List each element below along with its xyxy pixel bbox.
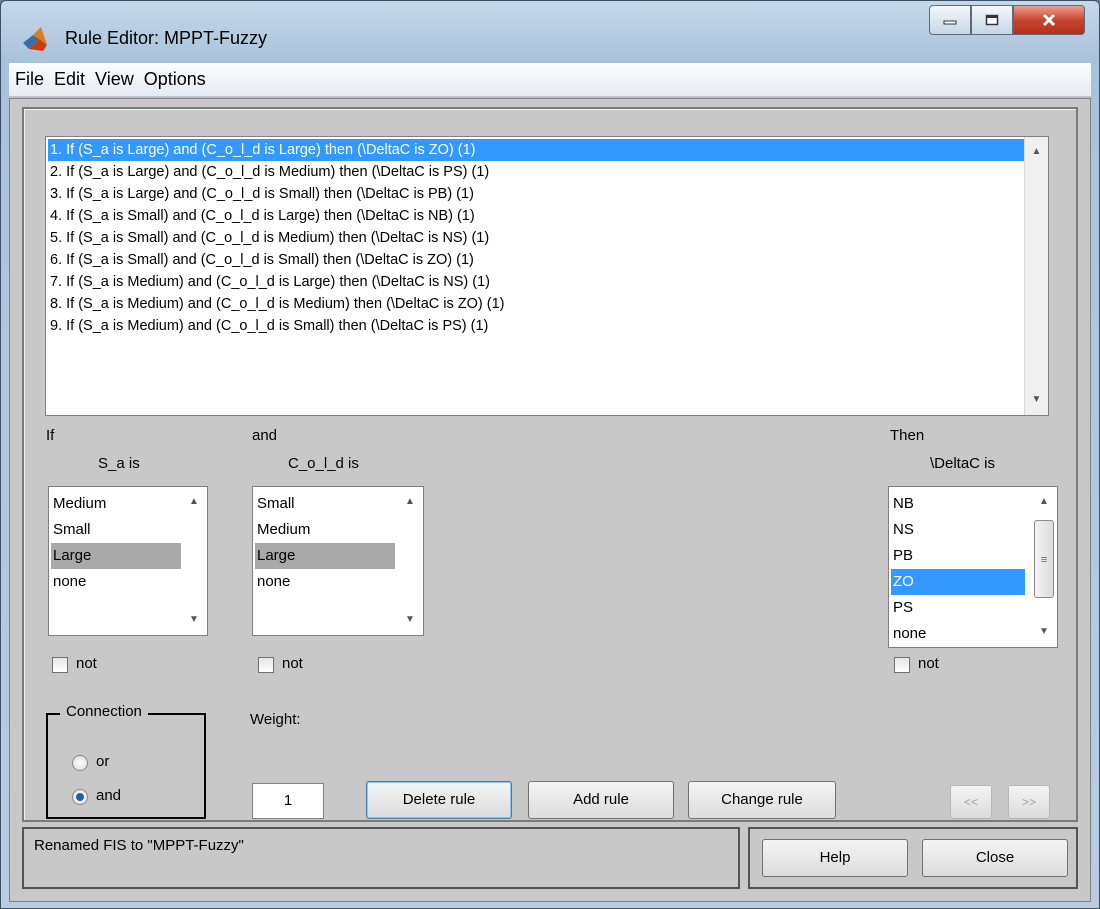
client-area: 1. If (S_a is Large) and (C_o_l_d is Lar… bbox=[9, 98, 1091, 902]
output-option[interactable]: none bbox=[891, 621, 1025, 645]
input2-option[interactable]: Medium bbox=[255, 517, 395, 543]
scroll-down-arrow-icon[interactable]: ▼ bbox=[1025, 389, 1048, 411]
weight-input[interactable]: 1 bbox=[252, 783, 324, 819]
input2-option-selected[interactable]: Large bbox=[255, 543, 395, 569]
output-option[interactable]: NB bbox=[891, 491, 1025, 517]
rule-item[interactable]: 1. If (S_a is Large) and (C_o_l_d is Lar… bbox=[48, 139, 1024, 161]
or-radio[interactable] bbox=[72, 755, 88, 771]
scroll-thumb[interactable]: ≡ bbox=[1034, 520, 1054, 598]
input1-option[interactable]: Small bbox=[51, 517, 181, 543]
output-not-label: not bbox=[918, 655, 939, 672]
rule-item[interactable]: 7. If (S_a is Medium) and (C_o_l_d is La… bbox=[48, 271, 1024, 293]
change-rule-button[interactable]: Change rule bbox=[688, 781, 836, 819]
status-bar: Renamed FIS to "MPPT-Fuzzy" bbox=[22, 827, 740, 889]
scroll-up-arrow-icon[interactable]: ▲ bbox=[181, 491, 207, 513]
and-radio[interactable] bbox=[72, 789, 88, 805]
if-label: If bbox=[46, 427, 55, 444]
input1-listbox[interactable]: Medium Small Large none ▲ ▼ bbox=[48, 486, 208, 636]
output-listbox[interactable]: NB NS PB ZO PS none ▲ ≡ ▼ bbox=[888, 486, 1058, 648]
next-rule-button[interactable]: >> bbox=[1008, 785, 1050, 819]
scroll-up-arrow-icon[interactable]: ▲ bbox=[1025, 141, 1048, 163]
output-option[interactable]: PS bbox=[891, 595, 1025, 621]
output-option[interactable]: NS bbox=[891, 517, 1025, 543]
input2-option[interactable]: Small bbox=[255, 491, 395, 517]
delete-rule-button[interactable]: Delete rule bbox=[366, 781, 512, 819]
prev-rule-button[interactable]: << bbox=[950, 785, 992, 819]
connection-groupbox: Connection or and bbox=[46, 703, 206, 819]
menu-file[interactable]: File bbox=[15, 69, 44, 90]
minimize-button[interactable] bbox=[929, 5, 971, 35]
matlab-logo-icon bbox=[23, 27, 47, 51]
rule-item[interactable]: 9. If (S_a is Medium) and (C_o_l_d is Sm… bbox=[48, 315, 1024, 337]
rule-item[interactable]: 2. If (S_a is Large) and (C_o_l_d is Med… bbox=[48, 161, 1024, 183]
close-icon bbox=[1042, 13, 1056, 27]
input2-scrollbar[interactable]: ▲ ▼ bbox=[397, 487, 423, 635]
input1-not-checkbox[interactable] bbox=[52, 657, 68, 673]
close-window-button[interactable] bbox=[1013, 5, 1085, 35]
rule-item[interactable]: 4. If (S_a is Small) and (C_o_l_d is Lar… bbox=[48, 205, 1024, 227]
scroll-up-arrow-icon[interactable]: ▲ bbox=[1031, 491, 1057, 513]
window-frame: Rule Editor: MPPT-Fuzzy File Edit View O… bbox=[0, 0, 1100, 909]
output-not-checkbox[interactable] bbox=[894, 657, 910, 673]
bottom-button-group: Help Close bbox=[748, 827, 1078, 889]
and-label: and bbox=[252, 427, 278, 444]
rules-listbox[interactable]: 1. If (S_a is Large) and (C_o_l_d is Lar… bbox=[45, 136, 1049, 416]
window-controls bbox=[929, 5, 1085, 35]
output-var-label: \DeltaC is bbox=[930, 455, 996, 472]
menu-options[interactable]: Options bbox=[144, 69, 206, 90]
then-label: Then bbox=[890, 427, 925, 444]
input1-scrollbar[interactable]: ▲ ▼ bbox=[181, 487, 207, 635]
input1-option[interactable]: none bbox=[51, 569, 181, 595]
or-radio-label: or bbox=[96, 753, 110, 770]
rules-scrollbar[interactable]: ▲ ▼ bbox=[1024, 137, 1048, 415]
rule-item[interactable]: 6. If (S_a is Small) and (C_o_l_d is Sma… bbox=[48, 249, 1024, 271]
connection-title: Connection bbox=[60, 703, 148, 720]
add-rule-button[interactable]: Add rule bbox=[528, 781, 674, 819]
scroll-down-arrow-icon[interactable]: ▼ bbox=[1031, 621, 1057, 643]
title-bar[interactable]: Rule Editor: MPPT-Fuzzy bbox=[1, 1, 1099, 63]
input1-var-label: S_a is bbox=[98, 455, 140, 472]
menu-bar: File Edit View Options bbox=[9, 63, 1091, 97]
rule-item[interactable]: 5. If (S_a is Small) and (C_o_l_d is Med… bbox=[48, 227, 1024, 249]
maximize-icon bbox=[985, 14, 999, 26]
help-button[interactable]: Help bbox=[762, 839, 908, 877]
input2-not-label: not bbox=[282, 655, 303, 672]
output-option-selected[interactable]: ZO bbox=[891, 569, 1025, 595]
rule-item[interactable]: 8. If (S_a is Medium) and (C_o_l_d is Me… bbox=[48, 293, 1024, 315]
input2-var-label: C_o_l_d is bbox=[288, 455, 359, 472]
input2-not-checkbox[interactable] bbox=[258, 657, 274, 673]
maximize-button[interactable] bbox=[971, 5, 1013, 35]
and-radio-label: and bbox=[96, 787, 122, 804]
rule-item[interactable]: 3. If (S_a is Large) and (C_o_l_d is Sma… bbox=[48, 183, 1024, 205]
window-title: Rule Editor: MPPT-Fuzzy bbox=[65, 28, 268, 48]
input1-not-label: not bbox=[76, 655, 97, 672]
output-scrollbar[interactable]: ▲ ≡ ▼ bbox=[1031, 487, 1057, 647]
input2-option[interactable]: none bbox=[255, 569, 395, 595]
rule-panel: 1. If (S_a is Large) and (C_o_l_d is Lar… bbox=[22, 107, 1078, 822]
scroll-down-arrow-icon[interactable]: ▼ bbox=[181, 609, 207, 631]
input1-option-selected[interactable]: Large bbox=[51, 543, 181, 569]
input2-listbox[interactable]: Small Medium Large none ▲ ▼ bbox=[252, 486, 424, 636]
menu-edit[interactable]: Edit bbox=[54, 69, 85, 90]
status-text: Renamed FIS to "MPPT-Fuzzy" bbox=[34, 837, 244, 854]
scroll-up-arrow-icon[interactable]: ▲ bbox=[397, 491, 423, 513]
input1-option[interactable]: Medium bbox=[51, 491, 181, 517]
close-button[interactable]: Close bbox=[922, 839, 1068, 877]
minimize-icon bbox=[943, 20, 957, 25]
output-option[interactable]: PB bbox=[891, 543, 1025, 569]
menu-view[interactable]: View bbox=[95, 69, 134, 90]
scroll-down-arrow-icon[interactable]: ▼ bbox=[397, 609, 423, 631]
weight-label: Weight: bbox=[250, 711, 301, 728]
